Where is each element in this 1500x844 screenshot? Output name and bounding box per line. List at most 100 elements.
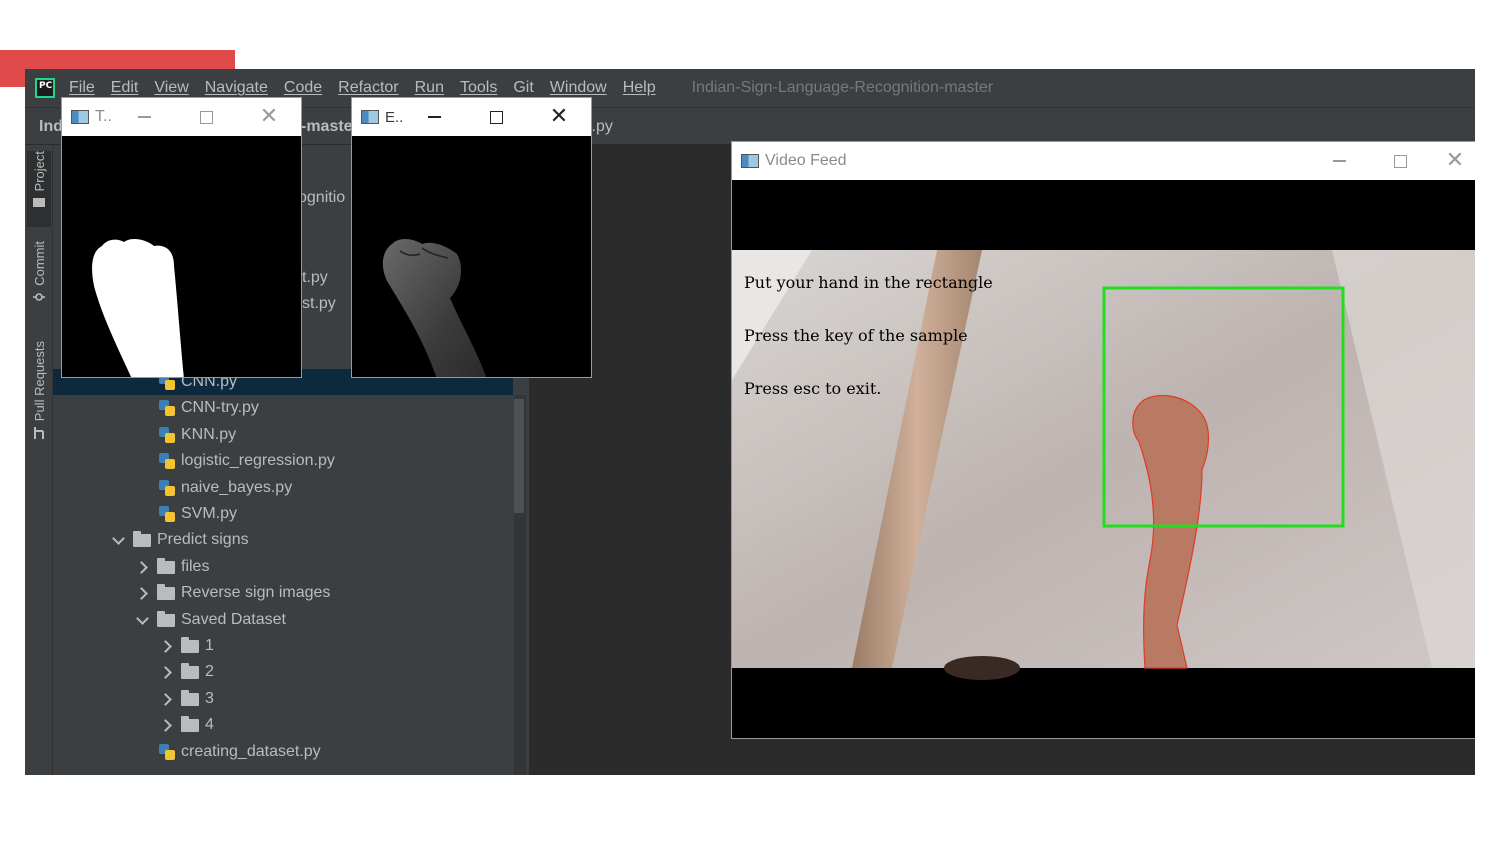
tree-file-row[interactable]: SVM.py	[159, 502, 237, 526]
menu-window[interactable]: Window	[550, 79, 607, 97]
tree-item-label: 3	[205, 690, 214, 707]
chevron-right-icon[interactable]	[159, 639, 173, 653]
commit-icon	[33, 292, 45, 301]
tree-file-row[interactable]: logistic_regression.py	[159, 449, 335, 473]
tree-folder-row[interactable]: 4	[159, 713, 214, 737]
tree-item-label: 1	[205, 637, 214, 654]
menu-file[interactable]: File	[69, 79, 95, 97]
threshold-titlebar[interactable]: T.. ✕	[62, 98, 301, 136]
chevron-right-icon[interactable]	[159, 692, 173, 706]
chevron-right-icon[interactable]	[135, 560, 149, 574]
chevron-right-icon[interactable]	[135, 586, 149, 600]
project-window-title: Indian-Sign-Language-Recognition-master	[691, 79, 994, 96]
video-feed-window: Video Feed ✕ Put your hand in the rectan…	[731, 141, 1475, 739]
grayscale-window-title: E..	[385, 108, 404, 126]
close-icon: ✕	[259, 104, 279, 129]
tree-item-label: 2	[205, 663, 214, 680]
folder-icon	[181, 689, 199, 706]
minimize-icon	[137, 116, 151, 118]
breadcrumb-folder-fragment[interactable]: -maste	[301, 118, 353, 136]
maximize-button[interactable]	[186, 98, 226, 136]
screenshot-stage: PC File Edit View Navigate Code Refactor…	[0, 0, 1500, 844]
threshold-window-title: T..	[95, 108, 112, 125]
opencv-window-icon	[741, 154, 759, 168]
chevron-right-icon[interactable]	[159, 665, 173, 679]
python-file-icon	[159, 427, 175, 443]
tree-file-row[interactable]: KNN.py	[159, 423, 236, 447]
tree-folder-row[interactable]: Reverse sign images	[135, 581, 330, 605]
folder-icon	[133, 530, 151, 547]
breadcrumb-project-fragment[interactable]: Ind	[39, 118, 63, 136]
grayscale-window: E.. ✕	[351, 97, 592, 378]
folder-icon	[157, 610, 175, 627]
tool-tab-commit-label: Commit	[31, 241, 47, 286]
python-file-icon	[159, 453, 175, 469]
threshold-window: T.. ✕	[61, 97, 302, 378]
close-button[interactable]: ✕	[1435, 142, 1475, 180]
minimize-button[interactable]	[414, 98, 454, 136]
menu-tools[interactable]: Tools	[460, 79, 497, 97]
tool-tab-project-label: Project	[31, 151, 47, 192]
maximize-icon	[1393, 154, 1407, 168]
tree-item-label: SVM.py	[181, 505, 238, 522]
tool-tab-commit[interactable]: Commit	[27, 241, 51, 321]
tree-item-label: files	[181, 558, 210, 575]
pycharm-logo-icon[interactable]: PC	[35, 78, 55, 98]
python-file-icon	[159, 400, 175, 416]
maximize-icon	[489, 110, 503, 124]
project-scrollbar-thumb[interactable]	[514, 399, 524, 513]
tree-folder-row[interactable]: Saved Dataset	[135, 608, 286, 632]
tree-item-label: 4	[205, 716, 214, 733]
menu-code[interactable]: Code	[284, 79, 322, 97]
maximize-button[interactable]	[476, 98, 516, 136]
menu-view[interactable]: View	[154, 79, 188, 97]
chevron-right-icon[interactable]	[159, 718, 173, 732]
menu-navigate[interactable]: Navigate	[205, 79, 268, 97]
tool-window-strip: Project Commit Pull Requests	[25, 145, 53, 775]
video-feed-canvas: Put your hand in the rectangle Press the…	[732, 180, 1475, 738]
tree-file-row[interactable]: creating_dataset.py	[159, 740, 321, 764]
minimize-icon	[427, 116, 441, 118]
tree-item-label: CNN-try.py	[181, 399, 259, 416]
tree-folder-row[interactable]: files	[135, 555, 209, 579]
menu-refactor[interactable]: Refactor	[338, 79, 398, 97]
tree-folder-row[interactable]: 3	[159, 687, 214, 711]
tool-tab-project[interactable]: Project	[27, 151, 51, 227]
maximize-button[interactable]	[1380, 142, 1420, 180]
grayscale-hand	[382, 239, 487, 377]
opencv-window-icon	[361, 110, 379, 124]
tree-item-label: creating_dataset.py	[181, 743, 321, 760]
binary-hand-mask	[92, 239, 184, 377]
overlay-text-line-2: Press the key of the sample	[744, 326, 968, 345]
overlay-text-line-3: Press esc to exit.	[744, 379, 881, 398]
minimize-button[interactable]	[124, 98, 164, 136]
tree-item-label: logistic_regression.py	[181, 452, 335, 469]
close-button[interactable]: ✕	[539, 98, 579, 136]
grayscale-canvas	[352, 136, 591, 377]
close-button[interactable]: ✕	[249, 98, 289, 136]
menu-git[interactable]: Git	[513, 79, 533, 97]
menu-help[interactable]: Help	[623, 79, 656, 97]
folder-icon	[181, 715, 199, 732]
tree-item-label: Predict signs	[157, 531, 249, 548]
close-icon: ✕	[549, 104, 569, 129]
menu-edit[interactable]: Edit	[111, 79, 139, 97]
chevron-down-icon[interactable]	[111, 533, 125, 547]
tool-tab-pull-requests[interactable]: Pull Requests	[27, 341, 51, 453]
chevron-down-icon[interactable]	[135, 613, 149, 627]
tree-file-row[interactable]: CNN-try.py	[159, 396, 259, 420]
python-file-icon	[159, 480, 175, 496]
video-feed-titlebar[interactable]: Video Feed ✕	[732, 142, 1475, 180]
tree-folder-row[interactable]: 2	[159, 660, 214, 684]
tree-folder-row[interactable]: 1	[159, 634, 214, 658]
maximize-icon	[199, 110, 213, 124]
menu-run[interactable]: Run	[415, 79, 444, 97]
tree-partial-label: t.py	[302, 269, 328, 286]
tree-file-row[interactable]: naive_bayes.py	[159, 476, 292, 500]
grayscale-titlebar[interactable]: E.. ✕	[352, 98, 591, 136]
folder-icon	[157, 583, 175, 600]
minimize-icon	[1332, 160, 1346, 162]
tree-folder-row[interactable]: Predict signs	[111, 528, 249, 552]
threshold-canvas	[62, 136, 301, 377]
minimize-button[interactable]	[1319, 142, 1359, 180]
